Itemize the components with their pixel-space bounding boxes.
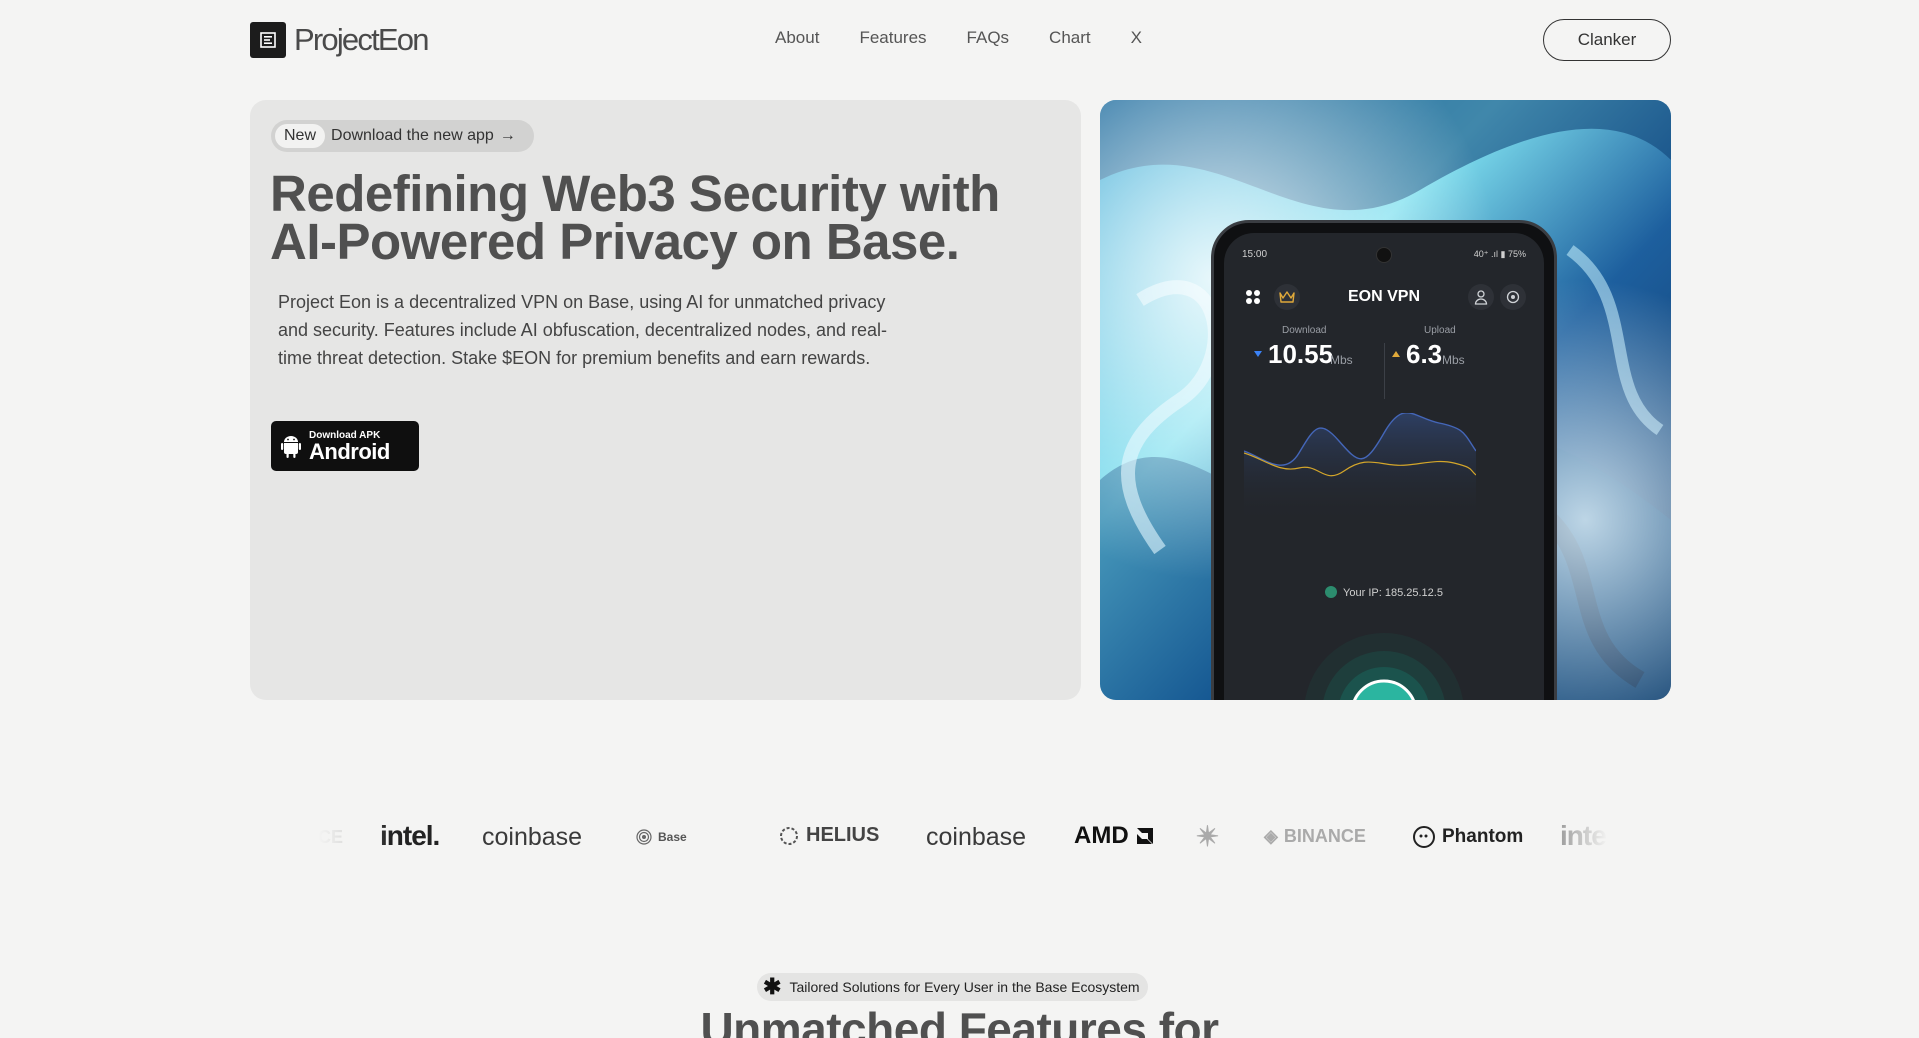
hero-image: 15:00 40⁺ .ıl ▮ 75% EON VPN Download 10.… [1100, 100, 1671, 700]
partner-logo-intel: intel. [380, 820, 440, 851]
strip-fade-right [1538, 770, 1608, 905]
hero-description: Project Eon is a decentralized VPN on Ba… [278, 292, 888, 368]
upload-label: Upload [1424, 325, 1456, 336]
partner-logo-base: Base [636, 829, 687, 845]
partner-logo-binance: ◈ BINANCE [1264, 826, 1366, 847]
site-logo[interactable]: ProjectEon [250, 22, 429, 58]
download-unit: Mbs [1330, 353, 1353, 367]
upload-unit: Mbs [1442, 353, 1465, 367]
speed-chart [1244, 413, 1476, 523]
connect-button[interactable] [1284, 613, 1484, 700]
status-indicators: 40⁺ .ıl ▮ 75% [1473, 249, 1526, 259]
nav-links: About Features FAQs Chart X [775, 28, 1182, 48]
download-value: 10.55 [1268, 339, 1334, 369]
amd-arrow-icon [1136, 828, 1153, 844]
partner-logos-strip: CE intel. coinbase Base HELIUS coinbase … [318, 770, 1608, 905]
user-icon[interactable] [1468, 284, 1494, 310]
sparkle-logo-icon: ✴ [1196, 821, 1220, 852]
partner-logo-helius: HELIUS [778, 824, 879, 847]
binance-icon: ◈ [1264, 826, 1278, 846]
base-text: Base [658, 830, 687, 844]
arrow-right-icon: → [499, 127, 516, 144]
helius-text: HELIUS [806, 824, 880, 846]
pill-text: Download the new app [331, 127, 494, 144]
download-apk-button[interactable]: Download APK Android [271, 421, 419, 471]
partner-logo-phantom: Phantom [1412, 825, 1523, 849]
asterisk-icon: ✱ [763, 974, 782, 999]
new-app-pill[interactable]: New Download the new app → [271, 120, 534, 152]
logo-icon [250, 22, 286, 58]
hero-title: Redefining Web3 Security with AI-Powered… [270, 165, 1000, 270]
nav-link-features[interactable]: Features [859, 28, 926, 48]
camera-icon [1376, 247, 1392, 263]
logo-text: ProjectEon [294, 22, 429, 57]
strip-fade-left [318, 770, 388, 905]
base-icon [636, 829, 652, 845]
stats-divider [1384, 343, 1385, 399]
nav-link-faqs[interactable]: FAQs [967, 28, 1010, 48]
phantom-text: Phantom [1442, 826, 1524, 847]
helius-icon [780, 826, 798, 845]
nav-link-chart[interactable]: Chart [1049, 28, 1091, 48]
features-tag-text: Tailored Solutions for Every User in the… [789, 979, 1140, 995]
globe-icon [1325, 586, 1338, 598]
features-heading: Unmatched Features for [700, 1003, 1219, 1038]
android-icon [281, 436, 301, 458]
phantom-icon [1413, 826, 1435, 848]
settings-icon[interactable] [1500, 284, 1526, 310]
partner-logo-coinbase: coinbase [482, 823, 583, 851]
upload-arrow-icon [1392, 351, 1400, 357]
top-nav: ProjectEon About Features FAQs Chart X C… [0, 0, 1919, 80]
download-arrow-icon [1254, 351, 1262, 357]
partner-logo-coinbase-2: coinbase [926, 823, 1027, 851]
new-badge: New [275, 124, 326, 148]
clanker-button[interactable]: Clanker [1543, 19, 1671, 61]
status-time: 15:00 [1242, 249, 1268, 260]
partner-logo-amd: AMD [1074, 822, 1155, 850]
upload-value: 6.3 [1406, 339, 1443, 369]
amd-text: AMD [1074, 822, 1129, 849]
app-title: EON VPN [1347, 288, 1420, 305]
download-label: Download [1282, 325, 1327, 336]
ip-address: Your IP: 185.25.12.5 [1224, 586, 1544, 599]
nav-link-about[interactable]: About [775, 28, 819, 48]
binance-text: BINANCE [1283, 826, 1366, 846]
hero-card: New Download the new app → Redefining We… [250, 100, 1081, 700]
phone-screen: 15:00 40⁺ .ıl ▮ 75% EON VPN Download 10.… [1224, 233, 1544, 700]
features-tag: ✱ Tailored Solutions for Every User in t… [757, 973, 1148, 1001]
android-label: Android [309, 438, 390, 464]
ip-text: Your IP: 185.25.12.5 [1343, 587, 1443, 599]
nav-link-x[interactable]: X [1131, 28, 1142, 48]
phone-mockup: 15:00 40⁺ .ıl ▮ 75% EON VPN Download 10.… [1211, 220, 1557, 700]
